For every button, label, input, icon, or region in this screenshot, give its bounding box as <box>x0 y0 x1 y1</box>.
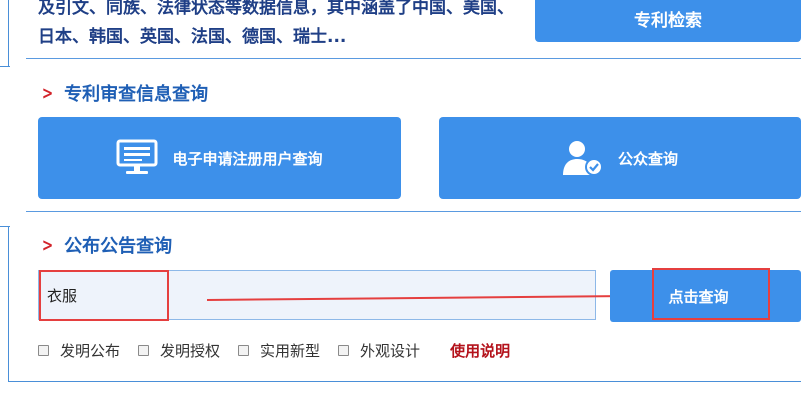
checkbox[interactable] <box>338 344 350 356</box>
filter-utility-model[interactable]: 实用新型 <box>238 340 320 361</box>
review-section-title-text: 专利审查信息查询 <box>64 84 209 105</box>
section-frame-tick <box>0 66 10 67</box>
chevron-right-icon: > <box>41 234 54 256</box>
patent-search-button[interactable]: 专利检索 <box>535 0 801 42</box>
registered-user-query-tile[interactable]: 电子申请注册用户查询 <box>38 117 401 199</box>
annotation-arrow <box>206 289 649 303</box>
query-button[interactable]: 点击查询 <box>610 270 801 322</box>
section-divider <box>26 58 801 59</box>
section-frame-left <box>8 0 12 66</box>
filter-invention-grant[interactable]: 发明授权 <box>138 340 220 361</box>
checkbox-label: 实用新型 <box>260 341 321 360</box>
announcement-section-title: > 公布公告查询 <box>40 232 172 258</box>
section-divider <box>26 211 801 212</box>
section-frame-tick <box>0 226 10 227</box>
chevron-right-icon: > <box>41 82 54 104</box>
usage-instructions-link[interactable]: 使用说明 <box>450 340 510 361</box>
monitor-icon <box>116 139 158 174</box>
public-query-tile[interactable]: 公众查询 <box>439 117 801 199</box>
user-check-icon <box>562 141 603 176</box>
filter-design[interactable]: 外观设计 <box>338 340 420 361</box>
public-query-label: 公众查询 <box>617 149 678 168</box>
checkbox-label: 外观设计 <box>360 341 421 360</box>
patent-search-description: 及引文、同族、法律状态等数据信息，其中涵盖了中国、美国、日本、韩国、英国、法国、… <box>38 0 514 47</box>
type-filter-group: 发明公布 发明授权 实用新型 外观设计 使用说明 <box>38 338 510 362</box>
checkbox-label: 发明公布 <box>60 341 121 360</box>
checkbox-label: 发明授权 <box>160 341 221 360</box>
review-section-title: > 专利审查信息查询 <box>40 80 208 106</box>
registered-user-query-label: 电子申请注册用户查询 <box>172 149 323 168</box>
announcement-section-title-text: 公布公告查询 <box>64 236 173 257</box>
checkbox[interactable] <box>138 344 150 356</box>
checkbox[interactable] <box>38 344 49 356</box>
checkbox[interactable] <box>238 344 250 356</box>
filter-invention-publication[interactable]: 发明公布 <box>38 340 120 361</box>
